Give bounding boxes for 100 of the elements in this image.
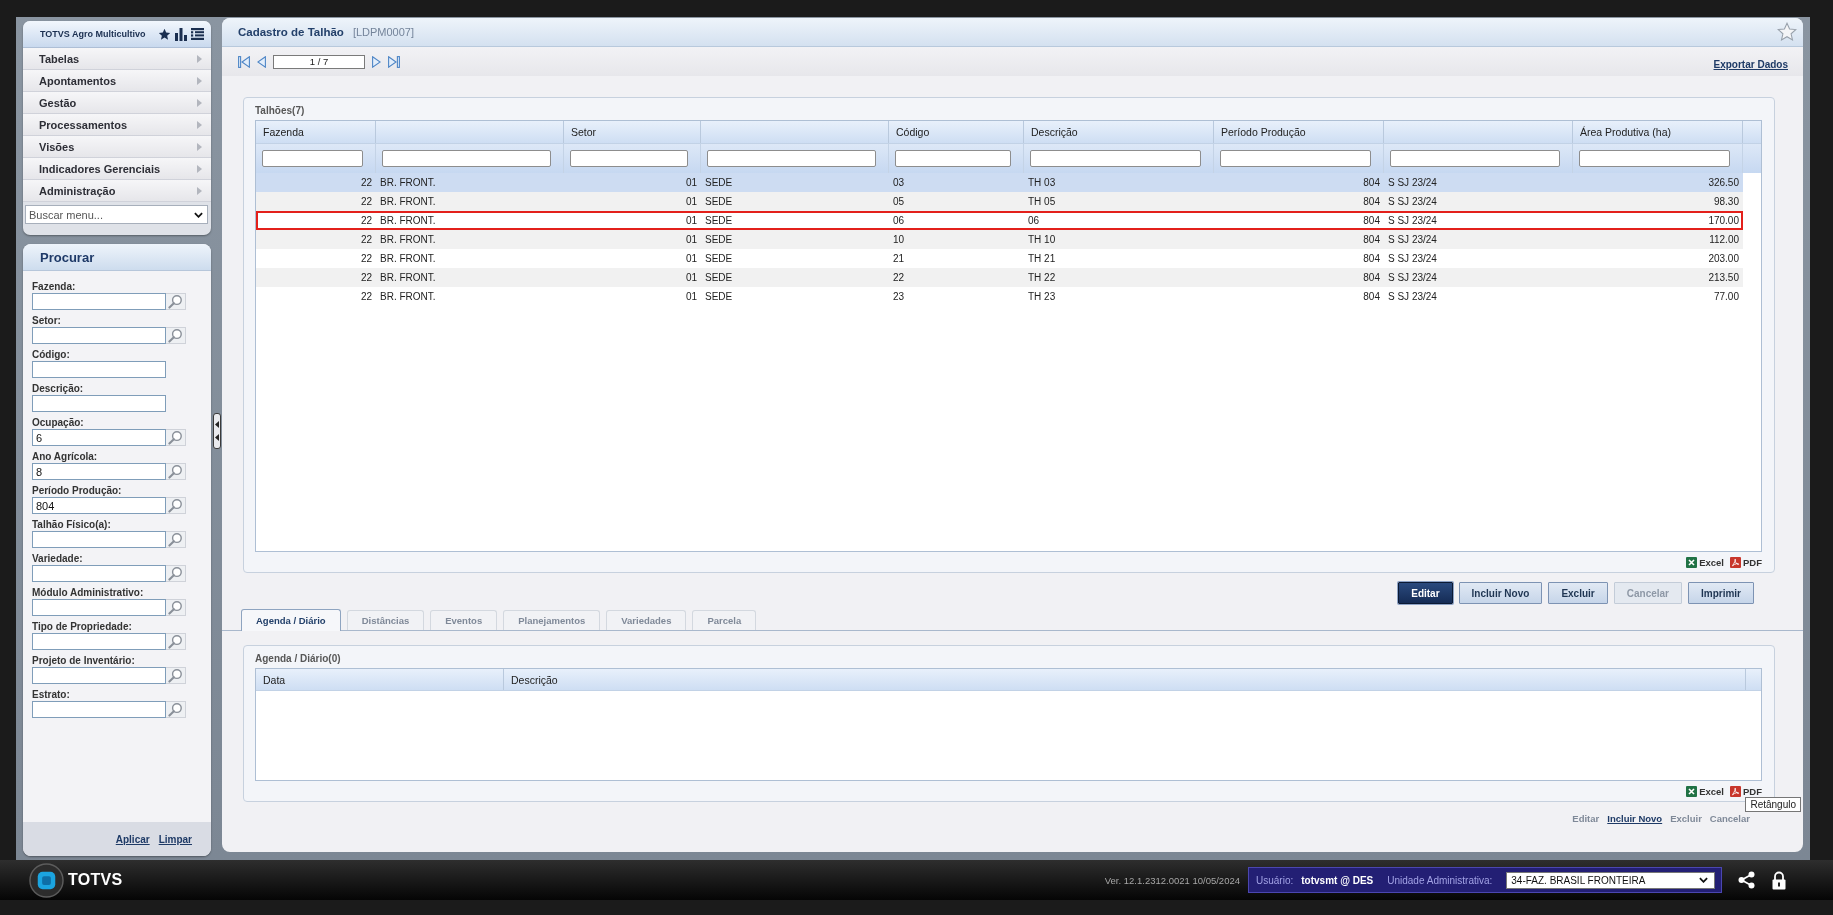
table-cell-text: 326.50 bbox=[1707, 176, 1740, 190]
field-label: Fazenda: bbox=[32, 281, 77, 293]
tab[interactable]: Agenda / Diário bbox=[241, 609, 341, 631]
input-field[interactable] bbox=[32, 565, 166, 582]
filter-field[interactable] bbox=[1579, 150, 1730, 167]
lookup-button[interactable] bbox=[166, 667, 186, 684]
lookup-button[interactable] bbox=[166, 599, 186, 616]
column-header[interactable]: Setor bbox=[571, 126, 597, 138]
menu-item[interactable]: Visões bbox=[23, 136, 211, 158]
menu-item[interactable]: Administração bbox=[23, 180, 211, 202]
input-field[interactable]: 804 bbox=[32, 497, 166, 514]
caret-right-icon bbox=[197, 76, 202, 85]
action-button[interactable]: Imprimir bbox=[1688, 582, 1754, 604]
column-header[interactable]: Data bbox=[263, 673, 286, 686]
version-text: Ver. 12.1.2312.0021 10/05/2024 bbox=[1104, 874, 1240, 886]
table-cell-text: BR. FRONT. bbox=[379, 195, 437, 209]
table-cell-text: TH 22 bbox=[1027, 271, 1057, 285]
input-field[interactable] bbox=[32, 293, 166, 310]
filter-field[interactable] bbox=[262, 150, 363, 167]
input-field[interactable] bbox=[32, 667, 166, 684]
input-field[interactable] bbox=[32, 701, 166, 718]
collapse-handle[interactable] bbox=[213, 412, 221, 449]
caret-right-icon bbox=[197, 186, 202, 195]
action-button[interactable]: Incluir Novo bbox=[1458, 582, 1543, 604]
table-cell-text: TH 10 bbox=[1027, 233, 1057, 247]
table-cell-text: 01 bbox=[684, 214, 698, 228]
column-header[interactable]: Descrição bbox=[511, 673, 558, 686]
column-header[interactable]: Descrição bbox=[1031, 126, 1078, 138]
column-header[interactable]: Período Produção bbox=[1221, 126, 1306, 138]
input-field[interactable] bbox=[32, 531, 166, 548]
document-icon bbox=[1730, 785, 1741, 797]
input-field[interactable] bbox=[32, 599, 166, 616]
pdf-export-link[interactable]: PDF bbox=[1730, 785, 1762, 797]
footer-link[interactable]: Aplicar bbox=[115, 833, 150, 845]
lookup-button[interactable] bbox=[166, 531, 186, 548]
lookup-button[interactable] bbox=[166, 633, 186, 650]
caret-left-icon[interactable] bbox=[257, 55, 266, 68]
star-icon[interactable] bbox=[158, 27, 171, 41]
lookup-button[interactable] bbox=[166, 565, 186, 582]
menu-item[interactable]: Tabelas bbox=[23, 48, 211, 70]
action-link[interactable]: Incluir Novo bbox=[1607, 812, 1663, 824]
table-row[interactable]: 22 BR. FRONT. 01 SEDE 10 TH 10 804 S SJ 23/24 112.00 bbox=[256, 230, 1743, 249]
filter-field[interactable] bbox=[895, 150, 1011, 167]
lookup-button[interactable] bbox=[166, 497, 186, 514]
star-outline-icon[interactable] bbox=[1777, 22, 1797, 42]
menu-item[interactable]: Apontamentos bbox=[23, 70, 211, 92]
filter-field[interactable] bbox=[382, 150, 551, 167]
excel-export-link[interactable]: Excel bbox=[1686, 785, 1724, 797]
skip-back-icon[interactable] bbox=[238, 55, 250, 68]
table-cell-text: BR. FRONT. bbox=[379, 271, 437, 285]
export-data-link[interactable]: Exportar Dados bbox=[1713, 59, 1788, 70]
input-field[interactable]: 8 bbox=[32, 463, 166, 480]
table-cell-text: 804 bbox=[1362, 252, 1381, 266]
input-field[interactable]: 6 bbox=[32, 429, 166, 446]
column-header[interactable]: Área Produtiva (ha) bbox=[1580, 126, 1672, 138]
search-icon bbox=[168, 430, 183, 445]
search-icon bbox=[168, 566, 183, 581]
lock-icon[interactable] bbox=[1771, 870, 1787, 890]
table-cell-text: 01 bbox=[684, 195, 698, 209]
input-field[interactable] bbox=[32, 633, 166, 650]
table-cell-text: TH 05 bbox=[1027, 195, 1057, 209]
unit-select[interactable]: 34-FAZ. BRASIL FRONTEIRA bbox=[1506, 871, 1715, 889]
list-icon[interactable] bbox=[191, 28, 204, 40]
input-field[interactable] bbox=[32, 395, 166, 412]
share-icon[interactable] bbox=[1738, 871, 1755, 889]
table-cell-text: 112.00 bbox=[1708, 233, 1740, 247]
table-row[interactable]: 22 BR. FRONT. 01 SEDE 03 TH 03 804 S SJ 23/24 326.50 bbox=[256, 173, 1743, 192]
excel-export-link[interactable]: Excel bbox=[1686, 556, 1724, 568]
pdf-export-link[interactable]: PDF bbox=[1730, 556, 1762, 568]
lookup-button[interactable] bbox=[166, 463, 186, 480]
filter-field[interactable] bbox=[1390, 150, 1560, 167]
filter-field[interactable] bbox=[1030, 150, 1201, 167]
caret-right-icon[interactable] bbox=[372, 55, 381, 68]
lookup-button[interactable] bbox=[166, 327, 186, 344]
input-field[interactable] bbox=[32, 327, 166, 344]
footer-link[interactable]: Limpar bbox=[158, 833, 192, 845]
table-row[interactable]: 22 BR. FRONT. 01 SEDE 22 TH 22 804 S SJ 23/24 213.50 bbox=[256, 268, 1743, 287]
lookup-button[interactable] bbox=[166, 293, 186, 310]
input-field[interactable] bbox=[32, 361, 166, 378]
page-field[interactable]: 1 / 7 bbox=[273, 54, 365, 69]
table-row[interactable]: 22 BR. FRONT. 01 SEDE 05 TH 05 804 S SJ 23/24 98.30 bbox=[256, 192, 1743, 211]
filter-field[interactable] bbox=[707, 150, 876, 167]
table-row[interactable]: 22 BR. FRONT. 01 SEDE 06 06 804 S SJ 23/24 170.00 bbox=[256, 211, 1743, 230]
column-header[interactable]: Código bbox=[896, 126, 930, 138]
action-button[interactable]: Editar bbox=[1398, 582, 1453, 604]
bar-chart-icon[interactable] bbox=[175, 27, 187, 41]
filter-field[interactable] bbox=[570, 150, 688, 167]
lookup-button[interactable] bbox=[166, 701, 186, 718]
filter-field[interactable] bbox=[1220, 150, 1371, 167]
menu-item[interactable]: Processamentos bbox=[23, 114, 211, 136]
menu-item[interactable]: Gestão bbox=[23, 92, 211, 114]
action-button[interactable]: Excluir bbox=[1548, 582, 1608, 604]
table-cell-text: TH 21 bbox=[1027, 252, 1057, 266]
lookup-button[interactable] bbox=[166, 429, 186, 446]
column-header[interactable]: Fazenda bbox=[263, 126, 304, 138]
user-label: Usuário: bbox=[1256, 874, 1294, 886]
menu-item[interactable]: Indicadores Gerenciais bbox=[23, 158, 211, 180]
menu-title: TOTVS Agro Multicultivo bbox=[40, 29, 146, 39]
skip-forward-icon[interactable] bbox=[388, 55, 400, 68]
table-cell-text: BR. FRONT. bbox=[379, 290, 437, 304]
